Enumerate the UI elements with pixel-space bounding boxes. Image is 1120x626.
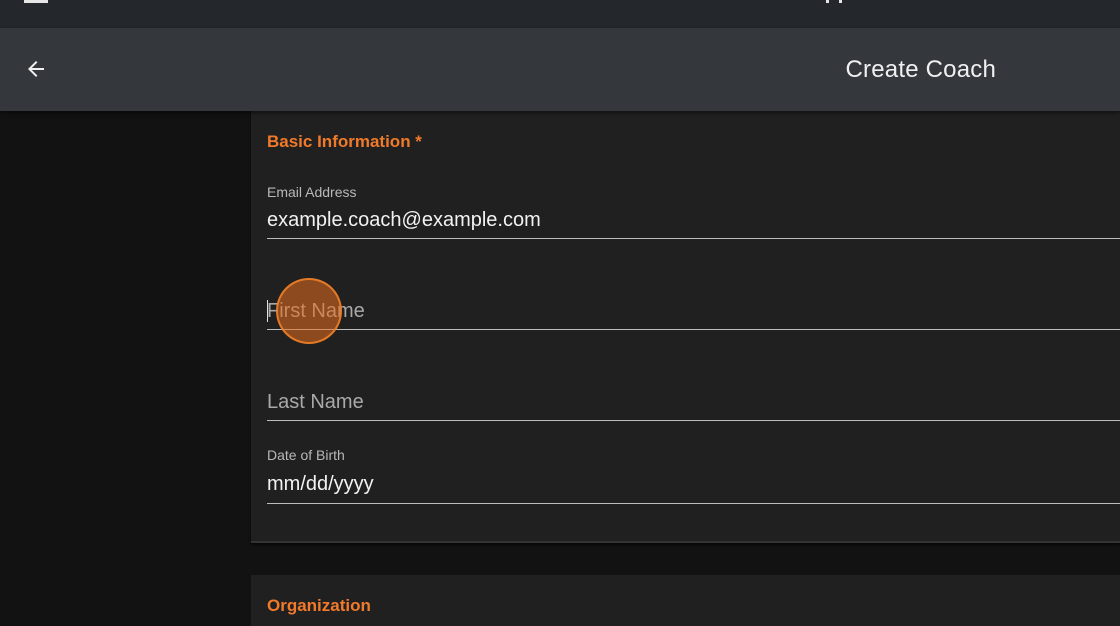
back-button[interactable] bbox=[16, 49, 56, 89]
email-label: Email Address bbox=[267, 184, 357, 200]
organization-heading: Organization bbox=[267, 596, 371, 615]
first-name-field[interactable]: First Name bbox=[267, 281, 1120, 330]
email-field[interactable]: Email Address example.coach@example.com bbox=[267, 181, 1120, 239]
organization-card: Organization bbox=[251, 575, 1120, 626]
basic-information-card: Basic Information * Email Address exampl… bbox=[251, 111, 1120, 543]
date-of-birth-field[interactable]: Date of Birth mm/dd/yyyy bbox=[267, 444, 1120, 504]
date-of-birth-value[interactable]: mm/dd/yyyy bbox=[267, 473, 374, 496]
system-status-bar bbox=[0, 0, 1120, 28]
last-name-field[interactable]: Last Name bbox=[267, 373, 1120, 421]
page-title: Create Coach bbox=[845, 56, 996, 83]
hamburger-icon[interactable] bbox=[24, 0, 48, 3]
date-of-birth-label: Date of Birth bbox=[267, 447, 345, 463]
first-name-placeholder[interactable]: First Name bbox=[267, 300, 365, 323]
last-name-placeholder[interactable]: Last Name bbox=[267, 391, 364, 414]
status-icon bbox=[826, 0, 842, 3]
arrow-left-icon bbox=[28, 61, 44, 77]
app-bar: Create Coach bbox=[0, 28, 1120, 111]
email-value[interactable]: example.coach@example.com bbox=[267, 209, 541, 232]
basic-information-heading: Basic Information * bbox=[267, 132, 422, 151]
